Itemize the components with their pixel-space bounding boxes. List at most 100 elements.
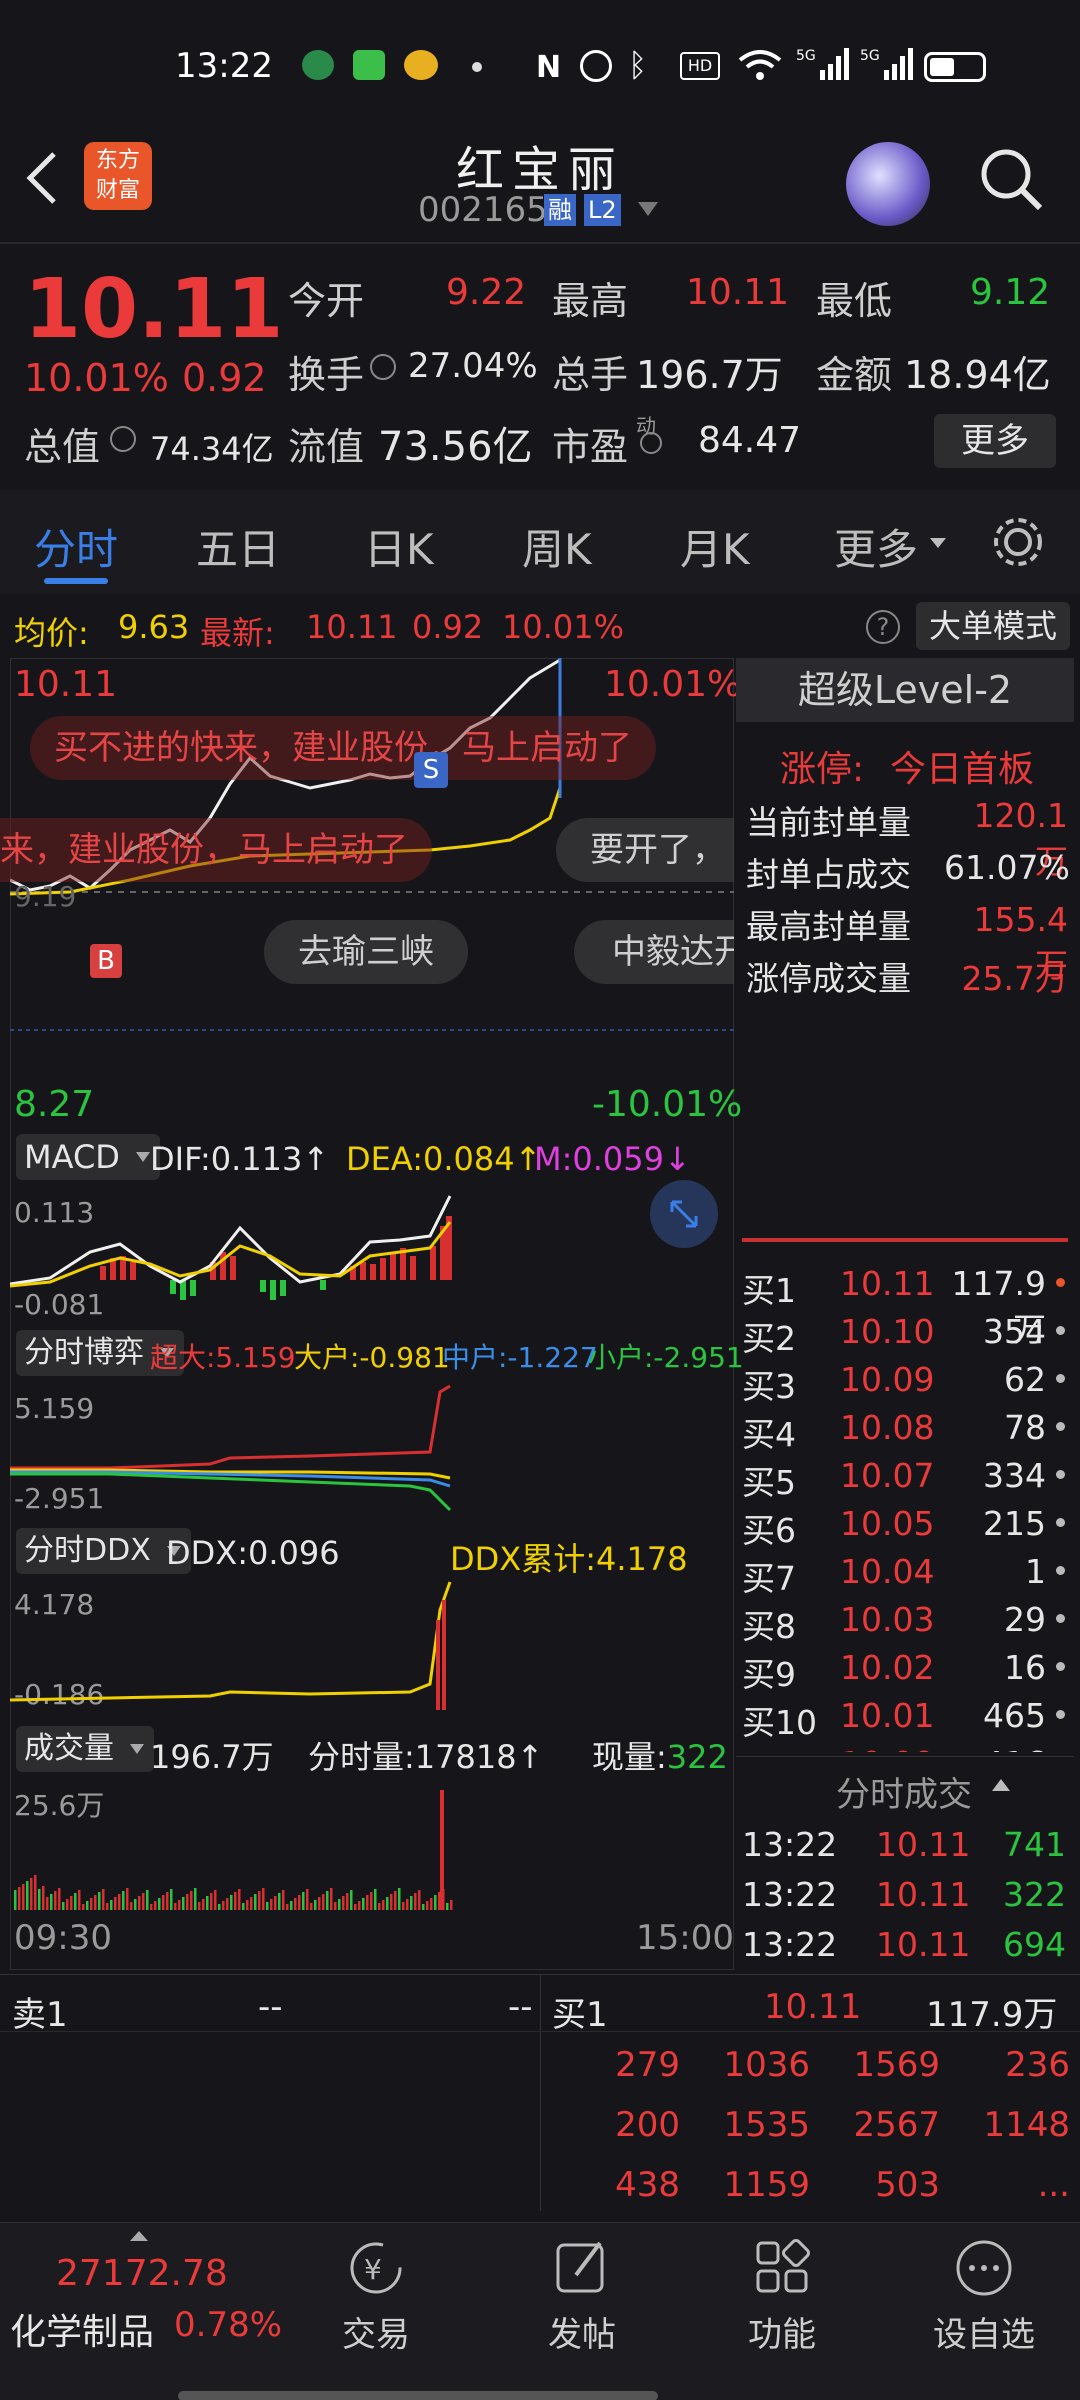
low-label: 最低 — [816, 279, 893, 323]
boyi-name: 分时博弈 — [24, 1335, 144, 1370]
tab-daily-k[interactable]: 日K — [364, 516, 434, 577]
app-notification-icon — [302, 50, 334, 80]
home-indicator[interactable] — [178, 2391, 658, 2400]
buy-marker[interactable]: B — [90, 944, 122, 978]
tick-panel[interactable]: 分时成交 13:22 10.11 741 13:22 10.11 322 13:22 10.1… — [736, 1756, 1074, 1970]
tab-intraday[interactable]: 分时 — [34, 516, 118, 577]
index-pct[interactable]: 0.78% — [174, 2305, 282, 2345]
order-book-row[interactable]: 买4 10.08 78 — [736, 1402, 1074, 1454]
code-dropdown-icon[interactable] — [638, 202, 658, 216]
high-value: 10.11 — [686, 272, 790, 313]
hd-icon: HD — [680, 52, 720, 80]
boyi-super: 超大:5.159 — [150, 1341, 296, 1374]
volume-panel: 成交量 196.7万 分时量:17818↑ 现量:322 25.6万 09:30… — [10, 1722, 734, 1970]
chevron-up-icon[interactable] — [992, 1779, 1010, 1791]
amount-label: 金额 — [816, 353, 893, 397]
order-book-row[interactable]: 买11 10.00416 — [736, 1738, 1074, 1752]
trade-icon[interactable]: ¥ — [340, 2237, 412, 2299]
tick-volume: 741 — [1003, 1825, 1066, 1864]
settings-gear-icon[interactable] — [990, 514, 1046, 570]
queue-order-size: 1159 — [723, 2165, 810, 2205]
tab-more[interactable]: 更多 — [834, 516, 918, 577]
stock-code: 002165 — [418, 190, 548, 230]
sell-marker[interactable]: S — [414, 752, 448, 788]
wifi-icon — [738, 50, 782, 80]
big-order-mode-button[interactable]: 大单模式 — [916, 602, 1070, 650]
search-icon[interactable] — [976, 144, 1046, 214]
robot-assistant-icon[interactable] — [846, 142, 930, 226]
tick-price: 10.11 — [876, 1875, 971, 1914]
level2-row-label: 封单占成交 — [746, 855, 911, 894]
order-book-row[interactable]: 买10 10.01 465 — [736, 1690, 1074, 1742]
divider — [540, 1975, 541, 2211]
volume-label: 总手 — [552, 353, 629, 397]
volume-chart — [14, 1790, 453, 1910]
order-book-row[interactable]: 买3 10.09 62 — [736, 1354, 1074, 1406]
order-book-row[interactable]: 买6 10.05 215 — [736, 1498, 1074, 1550]
tab-five-day[interactable]: 五日 — [196, 516, 280, 577]
ddx-selector[interactable]: 分时DDX — [16, 1528, 191, 1574]
level2-panel[interactable]: 超级Level-2 涨停: 今日首板 当前封单量 120.1万 封单占成交 61… — [736, 658, 1074, 1242]
more-button[interactable]: 更多 — [934, 414, 1056, 468]
nav-trade[interactable]: 交易 — [340, 2307, 412, 2356]
boyi-chart — [10, 1384, 452, 1512]
nav-function[interactable]: 功能 — [740, 2307, 824, 2356]
tab-weekly-k[interactable]: 周K — [522, 516, 592, 577]
order-book-row[interactable]: 买7 10.04 1 — [736, 1546, 1074, 1598]
l2-badge: L2 — [584, 194, 621, 226]
chart-bottom-pct: -10.01% — [592, 1084, 743, 1125]
order-level-label: 买8 — [742, 1607, 796, 1646]
danmaku-comment[interactable]: 去瑜三峡 — [264, 920, 468, 984]
ddx-name: 分时DDX — [24, 1533, 151, 1568]
tick-row: 13:22 10.11 741 — [736, 1821, 1074, 1869]
danmaku-comment[interactable]: 来，建业股份，马上启动了 — [0, 818, 432, 882]
queue-sell-price: -- — [258, 1987, 283, 2027]
tab-monthly-k[interactable]: 月K — [680, 516, 750, 577]
danmaku-comment[interactable]: 中毅达开 — [574, 920, 734, 984]
order-book[interactable]: 买1 10.11 117.9万 买2 10.10 354 买3 10.09 62 买4 10.08 7… — [736, 1258, 1074, 1752]
avg-label: 均价: — [14, 614, 89, 652]
chevron-up-icon[interactable] — [130, 2231, 148, 2241]
nav-add-watchlist[interactable]: 设自选 — [920, 2307, 1048, 2356]
expand-icon[interactable] — [650, 1180, 718, 1248]
info-icon[interactable] — [640, 432, 662, 454]
order-book-row[interactable]: 买1 10.11 117.9万 — [736, 1258, 1074, 1349]
info-icon[interactable] — [110, 426, 136, 452]
queue-order-size: 438 — [615, 2165, 680, 2205]
macd-dea: DEA:0.084↑ — [346, 1140, 541, 1178]
macd-selector[interactable]: MACD — [16, 1134, 160, 1180]
order-price: 10.04 — [840, 1552, 935, 1591]
order-price: 10.08 — [840, 1408, 935, 1447]
help-icon[interactable]: ? — [866, 610, 900, 644]
tick-time: 13:22 — [742, 1925, 838, 1964]
macd-dif-value: DIF:0.113 — [150, 1140, 303, 1178]
volume-selector[interactable]: 成交量 — [16, 1726, 154, 1772]
boyi-small: 小户:-2.951 — [588, 1341, 744, 1374]
tick-volume: 694 — [1003, 1925, 1066, 1964]
more-circle-icon[interactable] — [948, 2237, 1020, 2299]
order-price: 10.10 — [840, 1312, 935, 1351]
stock-header: 东方 财富 红宝丽 002165 融 L2 — [0, 130, 1080, 242]
order-volume: 62 — [1004, 1360, 1046, 1399]
nfc-icon: N — [536, 50, 562, 85]
nav-post[interactable]: 发帖 — [540, 2307, 624, 2356]
order-book-row[interactable]: 买5 10.07 334 — [736, 1450, 1074, 1502]
amount-value: 18.94亿 — [904, 353, 1051, 397]
order-book-row[interactable]: 买2 10.10 354 — [736, 1306, 1074, 1358]
order-price: 10.03 — [840, 1600, 935, 1639]
tick-price: 10.11 — [876, 1825, 971, 1864]
danmaku-comment[interactable]: 要开了， — [556, 818, 734, 882]
order-book-row[interactable]: 买8 10.03 29 — [736, 1594, 1074, 1646]
svg-text:5G: 5G — [796, 48, 816, 64]
post-icon[interactable] — [546, 2237, 618, 2299]
float-label: 流值 — [288, 425, 365, 469]
index-value[interactable]: 27172.78 — [56, 2253, 228, 2294]
info-icon[interactable] — [370, 354, 396, 380]
chart-infobar: 均价: 9.63 最新: 10.11 0.92 10.01% ? 大单模式 — [0, 600, 1080, 654]
order-volume: 16 — [1004, 1648, 1046, 1687]
index-name[interactable]: 化学制品 — [10, 2303, 154, 2355]
order-price: 10.02 — [840, 1648, 935, 1687]
function-icon[interactable] — [746, 2237, 818, 2299]
danmaku-comment[interactable]: 买不进的快来，建业股份，马上启动了 — [30, 716, 656, 780]
order-book-row[interactable]: 买9 10.02 16 — [736, 1642, 1074, 1694]
